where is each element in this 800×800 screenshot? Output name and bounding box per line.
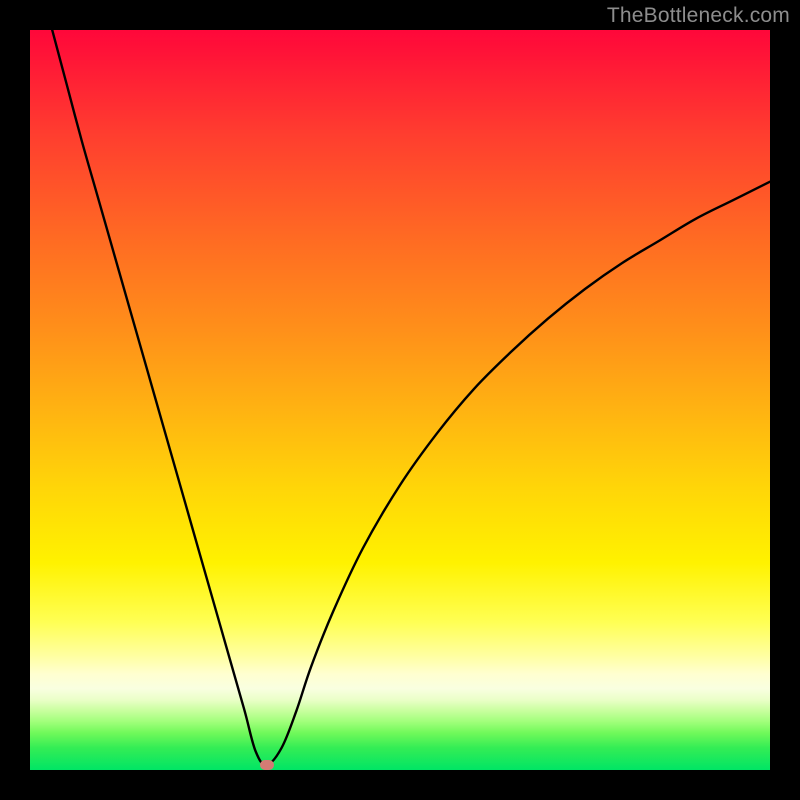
watermark-text: TheBottleneck.com: [607, 4, 790, 28]
optimal-point-marker: [260, 760, 274, 770]
bottleneck-curve: [30, 30, 770, 770]
chart-plot-area: [30, 30, 770, 770]
